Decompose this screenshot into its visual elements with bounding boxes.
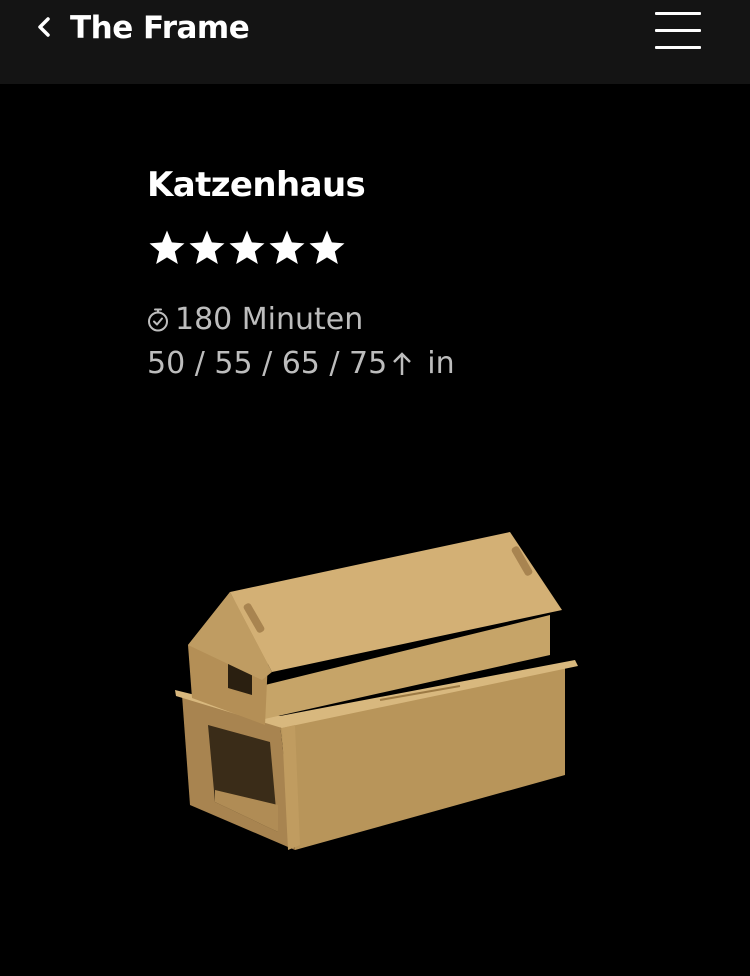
- back-button[interactable]: [30, 12, 58, 42]
- app-header: The Frame: [0, 0, 750, 84]
- star-icon: [149, 230, 185, 264]
- star-icon: [269, 230, 305, 264]
- app-title: The Frame: [70, 10, 250, 46]
- star-icon: [309, 230, 345, 264]
- cat-house-image: [170, 520, 590, 860]
- unit-text: in: [427, 346, 455, 381]
- star-icon: [229, 230, 265, 264]
- product-info: Katzenhaus 180 Minuten 50 / 55 / 65 / 75…: [147, 160, 455, 381]
- duration-text: 180 Minuten: [175, 302, 364, 337]
- menu-button[interactable]: [648, 6, 708, 54]
- cat-house-illustration: [175, 532, 578, 850]
- arrow-up-icon: [393, 352, 412, 375]
- menu-line: [655, 46, 701, 49]
- star-icon: [189, 230, 225, 264]
- menu-line: [655, 12, 701, 15]
- product-title: Katzenhaus: [147, 165, 366, 205]
- stopwatch-icon: [148, 308, 168, 332]
- product-meta: 180 Minuten 50 / 55 / 65 / 75 in: [147, 298, 455, 386]
- sizes-row: 50 / 55 / 65 / 75 in: [147, 342, 455, 386]
- menu-line: [655, 29, 701, 32]
- sizes-text: 50 / 55 / 65 / 75: [147, 346, 388, 381]
- star-rating: [147, 228, 347, 268]
- duration-row: 180 Minuten: [147, 298, 455, 342]
- chevron-left-icon: [38, 17, 50, 37]
